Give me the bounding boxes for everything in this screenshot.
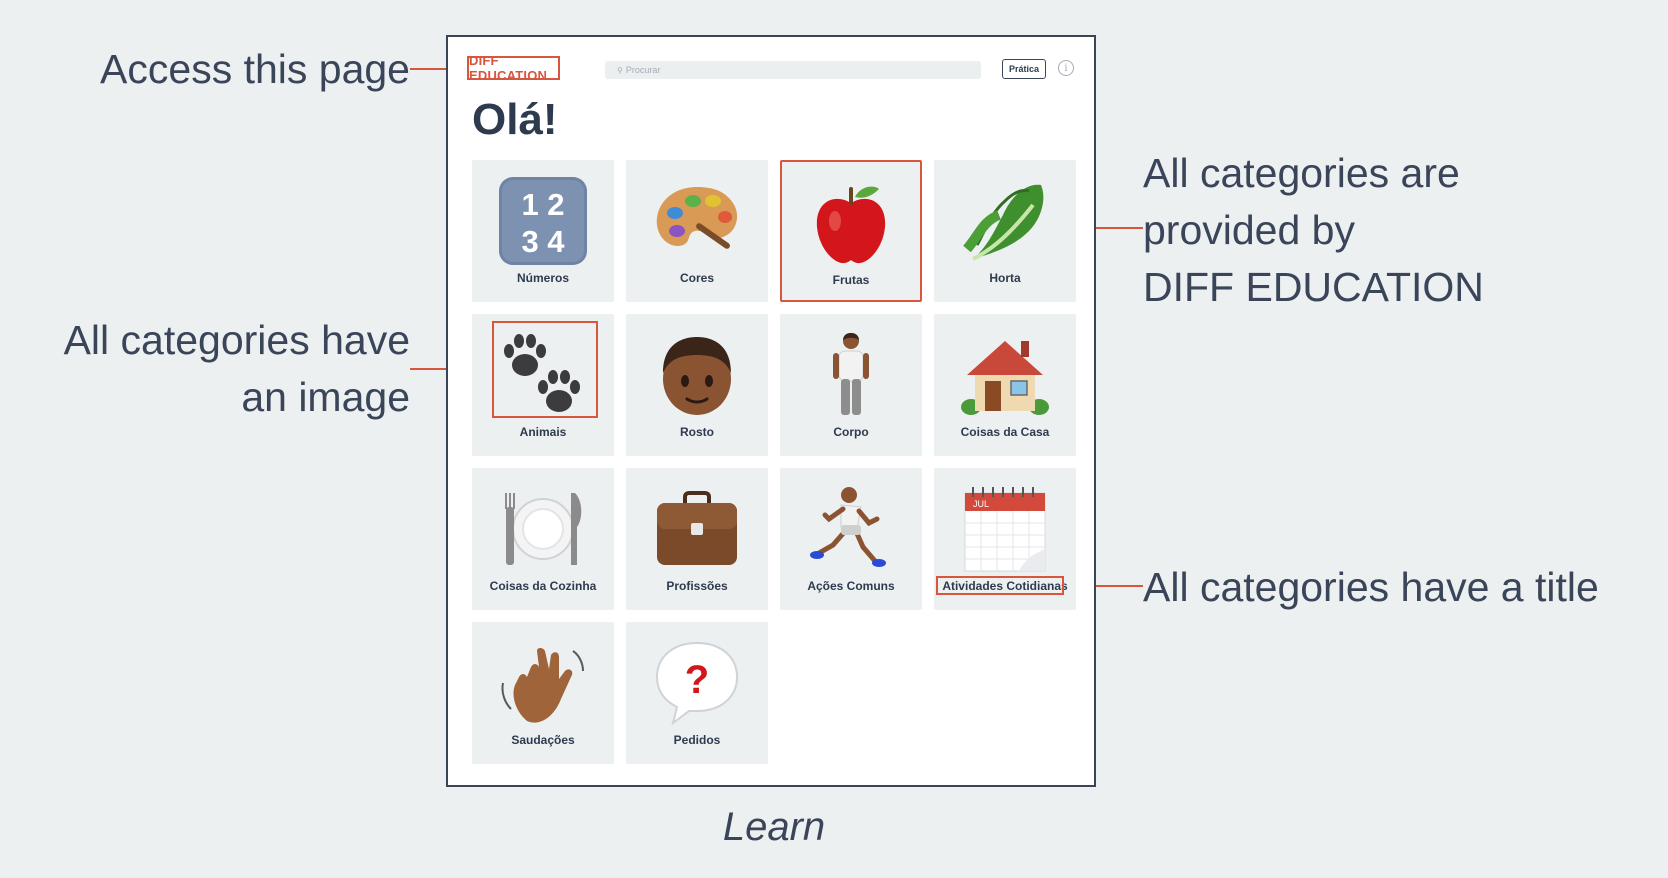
annotation-provided-by: All categories are provided by DIFF EDUC… [1143, 150, 1484, 310]
category-tile-frutas[interactable]: Frutas [780, 160, 922, 302]
face-icon [648, 326, 746, 424]
category-title: Profissões [666, 579, 728, 593]
category-tile-cores[interactable]: Cores [626, 160, 768, 302]
category-tile-profissoes[interactable]: Profissões [626, 468, 768, 610]
annotation-access-page: Access this page [100, 46, 410, 92]
category-tile-saudacoes[interactable]: Saudações [472, 622, 614, 764]
waving-hand-icon [494, 634, 592, 732]
apple-icon [802, 174, 900, 272]
house-icon [956, 326, 1054, 424]
highlight-image-box [492, 321, 598, 418]
category-title: Ações Comuns [807, 579, 895, 593]
category-tile-corpo[interactable]: Corpo [780, 314, 922, 456]
category-title: Coisas da Casa [960, 425, 1050, 439]
svg-text:1 2: 1 2 [521, 187, 564, 222]
category-title: Coisas da Cozinha [489, 579, 597, 593]
info-icon[interactable]: i [1058, 60, 1074, 76]
category-title: Frutas [832, 273, 870, 287]
category-tile-rosto[interactable]: Rosto [626, 314, 768, 456]
annotation-image: All categories have an image [63, 317, 410, 420]
search-icon: ⚲ [617, 65, 623, 75]
category-tile-numeros[interactable]: 1 2 3 4 Números [472, 160, 614, 302]
svg-text:JUL: JUL [973, 499, 989, 509]
lettuce-icon [956, 172, 1054, 270]
annotation-title: All categories have a title [1143, 564, 1599, 610]
search-placeholder: Procurar [625, 65, 661, 75]
briefcase-icon [648, 480, 746, 578]
category-tile-horta[interactable]: Horta [934, 160, 1076, 302]
svg-text:?: ? [685, 658, 709, 702]
plate-fork-knife-icon [494, 480, 592, 578]
category-title: Corpo [833, 425, 869, 439]
category-title: Números [516, 271, 569, 285]
app-screen: DIFF EDUCATION ⚲ Procurar Prática i Olá!… [446, 35, 1096, 787]
svg-text:3 4: 3 4 [521, 224, 565, 259]
category-title: Animais [519, 425, 567, 439]
category-tile-coisas-da-cozinha[interactable]: Coisas da Cozinha [472, 468, 614, 610]
highlight-title-box [936, 576, 1064, 595]
brand-logo-link[interactable]: DIFF EDUCATION [467, 53, 560, 83]
category-title: Cores [679, 271, 714, 285]
category-title: Pedidos [673, 733, 721, 747]
category-title: Rosto [680, 425, 714, 439]
calendar-icon: JUL [956, 480, 1054, 578]
palette-icon [648, 172, 746, 270]
category-title: Saudações [511, 733, 575, 747]
category-tile-acoes-comuns[interactable]: Ações Comuns [780, 468, 922, 610]
category-tile-coisas-da-casa[interactable]: Coisas da Casa [934, 314, 1076, 456]
runner-icon [802, 480, 900, 578]
numbers-icon: 1 2 3 4 [494, 172, 592, 270]
category-tile-pedidos[interactable]: ? Pedidos [626, 622, 768, 764]
person-icon [802, 326, 900, 424]
figure-caption: Learn [722, 805, 826, 849]
question-bubble-icon: ? [648, 634, 746, 732]
category-title: Horta [989, 271, 1021, 285]
search-input[interactable]: ⚲ Procurar [605, 61, 981, 79]
practice-button[interactable]: Prática [1002, 59, 1046, 79]
page-title: Olá! [472, 95, 558, 144]
